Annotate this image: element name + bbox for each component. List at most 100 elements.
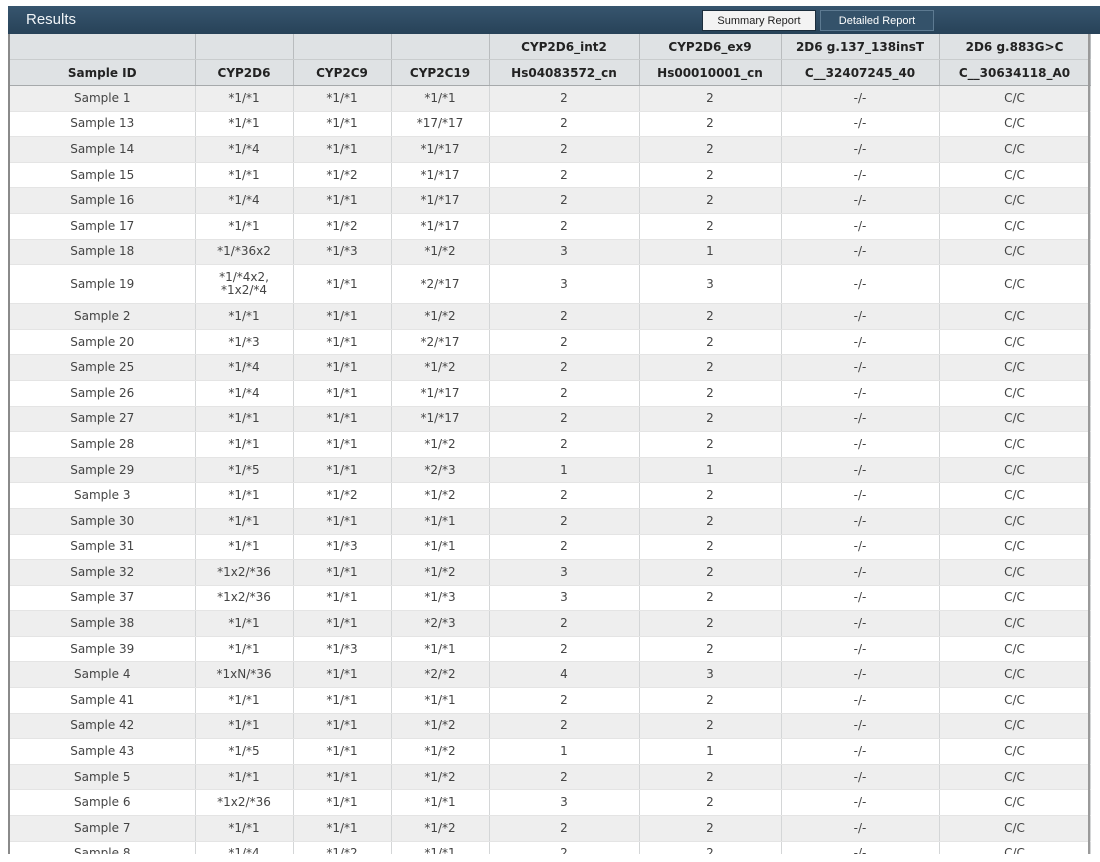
int2-cn-cell: 4 <box>489 661 640 689</box>
table-row[interactable]: Sample 31 *1/*1 *1/*3 *1/*1 2 2 -/- C/C <box>10 534 1091 561</box>
sample-id-cell: Sample 8 <box>10 841 196 854</box>
cyp2c19-cell: *1/*3 <box>391 585 490 612</box>
int2-cn-cell: 2 <box>489 713 640 740</box>
ex9-cn-cell: 2 <box>639 815 782 842</box>
cyp2c9-cell: *1/*1 <box>293 303 392 330</box>
table-row[interactable]: Sample 7 *1/*1 *1/*1 *1/*2 2 2 -/- C/C <box>10 815 1091 842</box>
cyp2c9-cell: *1/*1 <box>293 815 392 842</box>
column-header-cyp2c19[interactable]: CYP2C19 <box>391 59 490 86</box>
table-row[interactable]: Sample 16 *1/*4 *1/*1 *1/*17 2 2 -/- C/C <box>10 187 1091 214</box>
results-table-container[interactable]: CYP2D6_int2 CYP2D6_ex9 2D6 g.137_138insT… <box>8 34 1100 854</box>
cyp2c9-cell: *1/*1 <box>293 136 392 163</box>
cyp2c19-cell: *1/*2 <box>391 713 490 740</box>
column-header-hs00010001-cn[interactable]: Hs00010001_cn <box>639 59 782 86</box>
table-row[interactable]: Sample 38 *1/*1 *1/*1 *2/*3 2 2 -/- C/C <box>10 610 1091 637</box>
column-header-cyp2d6-ex9[interactable]: CYP2D6_ex9 <box>639 34 782 60</box>
ex9-cn-cell: 2 <box>639 713 782 740</box>
cyp2c19-cell: *2/*3 <box>391 457 490 484</box>
table-row[interactable]: Sample 27 *1/*1 *1/*1 *1/*17 2 2 -/- C/C <box>10 406 1091 433</box>
table-row[interactable]: Sample 17 *1/*1 *1/*2 *1/*17 2 2 -/- C/C <box>10 213 1091 240</box>
column-header-c-32407245-40[interactable]: C__32407245_40 <box>781 59 940 86</box>
column-header-top <box>10 34 196 60</box>
table-row[interactable]: Sample 32 *1x2/*36 *1/*1 *1/*2 3 2 -/- C/C <box>10 559 1091 586</box>
cyp2d6-cell: *1/*1 <box>195 431 294 458</box>
insT-genotype-cell: -/- <box>781 738 940 765</box>
table-row[interactable]: Sample 2 *1/*1 *1/*1 *1/*2 2 2 -/- C/C <box>10 303 1091 330</box>
ex9-cn-cell: 1 <box>639 457 782 484</box>
insT-genotype-cell: -/- <box>781 841 940 854</box>
ex9-cn-cell: 2 <box>639 213 782 240</box>
table-row[interactable]: Sample 18 *1/*36x2 *1/*3 *1/*2 3 1 -/- C/C <box>10 239 1091 266</box>
insT-genotype-cell: -/- <box>781 610 940 637</box>
int2-cn-cell: 3 <box>489 559 640 586</box>
column-header-c-30634118-a0[interactable]: C__30634118_A0 <box>939 59 1091 86</box>
results-table-body: Sample 1 *1/*1 *1/*1 *1/*1 2 2 -/- C/C Sample 13… <box>10 85 1091 854</box>
column-header-2d6-883gc[interactable]: 2D6 g.883G>C <box>939 34 1091 60</box>
int2-cn-cell: 2 <box>489 610 640 637</box>
table-row[interactable]: Sample 3 *1/*1 *1/*2 *1/*2 2 2 -/- C/C <box>10 482 1091 509</box>
table-row[interactable]: Sample 15 *1/*1 *1/*2 *1/*17 2 2 -/- C/C <box>10 162 1091 189</box>
g883-genotype-cell: C/C <box>939 687 1091 714</box>
g883-genotype-cell: C/C <box>939 636 1091 663</box>
column-header-cyp2c9[interactable]: CYP2C9 <box>293 59 392 86</box>
table-row[interactable]: Sample 28 *1/*1 *1/*1 *1/*2 2 2 -/- C/C <box>10 431 1091 458</box>
header-row-assay: CYP2D6_int2 CYP2D6_ex9 2D6 g.137_138insT… <box>10 34 1091 60</box>
column-header-sample-id[interactable]: Sample ID <box>10 59 196 86</box>
table-row[interactable]: Sample 1 *1/*1 *1/*1 *1/*1 2 2 -/- C/C <box>10 85 1091 112</box>
sample-id-cell: Sample 16 <box>10 187 196 214</box>
insT-genotype-cell: -/- <box>781 457 940 484</box>
ex9-cn-cell: 2 <box>639 162 782 189</box>
table-right-border <box>1088 34 1090 854</box>
table-row[interactable]: Sample 29 *1/*5 *1/*1 *2/*3 1 1 -/- C/C <box>10 457 1091 484</box>
cyp2c9-cell: *1/*1 <box>293 713 392 740</box>
ex9-cn-cell: 2 <box>639 636 782 663</box>
g883-genotype-cell: C/C <box>939 559 1091 586</box>
column-header-hs04083572-cn[interactable]: Hs04083572_cn <box>489 59 640 86</box>
column-header-cyp2d6[interactable]: CYP2D6 <box>195 59 294 86</box>
sample-id-cell: Sample 6 <box>10 789 196 817</box>
table-row[interactable]: Sample 19 *1/*4x2, *1x2/*4 *1/*1 *2/*17 3 3 -/-… <box>10 264 1091 305</box>
table-row[interactable]: Sample 14 *1/*4 *1/*1 *1/*17 2 2 -/- C/C <box>10 136 1091 163</box>
g883-genotype-cell: C/C <box>939 482 1091 509</box>
table-row[interactable]: Sample 8 *1/*4 *1/*2 *1/*1 2 2 -/- C/C <box>10 841 1091 854</box>
int2-cn-cell: 2 <box>489 111 640 138</box>
summary-report-button[interactable]: Summary Report <box>702 10 816 31</box>
table-row[interactable]: Sample 42 *1/*1 *1/*1 *1/*2 2 2 -/- C/C <box>10 713 1091 740</box>
int2-cn-cell: 2 <box>489 380 640 407</box>
cyp2d6-cell: *1/*1 <box>195 213 294 240</box>
table-row[interactable]: Sample 20 *1/*3 *1/*1 *2/*17 2 2 -/- C/C <box>10 329 1091 356</box>
insT-genotype-cell: -/- <box>781 687 940 714</box>
insT-genotype-cell: -/- <box>781 239 940 266</box>
sample-id-cell: Sample 19 <box>10 264 196 305</box>
sample-id-cell: Sample 17 <box>10 213 196 240</box>
sample-id-cell: Sample 43 <box>10 738 196 765</box>
cyp2d6-cell: *1/*1 <box>195 534 294 561</box>
insT-genotype-cell: -/- <box>781 162 940 189</box>
table-row[interactable]: Sample 13 *1/*1 *1/*1 *17/*17 2 2 -/- C/C <box>10 111 1091 138</box>
cyp2d6-cell: *1x2/*36 <box>195 789 294 817</box>
table-row[interactable]: Sample 5 *1/*1 *1/*1 *1/*2 2 2 -/- C/C <box>10 764 1091 791</box>
detailed-report-button[interactable]: Detailed Report <box>820 10 934 31</box>
int2-cn-cell: 2 <box>489 431 640 458</box>
table-row[interactable]: Sample 41 *1/*1 *1/*1 *1/*1 2 2 -/- C/C <box>10 687 1091 714</box>
table-row[interactable]: Sample 4 *1xN/*36 *1/*1 *2/*2 4 3 -/- C/C <box>10 661 1091 689</box>
ex9-cn-cell: 2 <box>639 687 782 714</box>
cyp2c9-cell: *1/*2 <box>293 841 392 854</box>
table-row[interactable]: Sample 25 *1/*4 *1/*1 *1/*2 2 2 -/- C/C <box>10 354 1091 381</box>
int2-cn-cell: 1 <box>489 457 640 484</box>
int2-cn-cell: 2 <box>489 329 640 356</box>
sample-id-cell: Sample 20 <box>10 329 196 356</box>
table-row[interactable]: Sample 43 *1/*5 *1/*1 *1/*2 1 1 -/- C/C <box>10 738 1091 765</box>
sample-id-cell: Sample 29 <box>10 457 196 484</box>
table-row[interactable]: Sample 6 *1x2/*36 *1/*1 *1/*1 3 2 -/- C/C <box>10 789 1091 817</box>
table-row[interactable]: Sample 30 *1/*1 *1/*1 *1/*1 2 2 -/- C/C <box>10 508 1091 535</box>
cyp2c19-cell: *1/*17 <box>391 187 490 214</box>
cyp2d6-cell: *1/*4x2, *1x2/*4 <box>195 264 294 305</box>
table-row[interactable]: Sample 26 *1/*4 *1/*1 *1/*17 2 2 -/- C/C <box>10 380 1091 407</box>
column-header-2d6-insT[interactable]: 2D6 g.137_138insT <box>781 34 940 60</box>
insT-genotype-cell: -/- <box>781 187 940 214</box>
table-row[interactable]: Sample 39 *1/*1 *1/*3 *1/*1 2 2 -/- C/C <box>10 636 1091 663</box>
column-header-cyp2d6-int2[interactable]: CYP2D6_int2 <box>489 34 640 60</box>
table-row[interactable]: Sample 37 *1x2/*36 *1/*1 *1/*3 3 2 -/- C/C <box>10 585 1091 612</box>
g883-genotype-cell: C/C <box>939 815 1091 842</box>
